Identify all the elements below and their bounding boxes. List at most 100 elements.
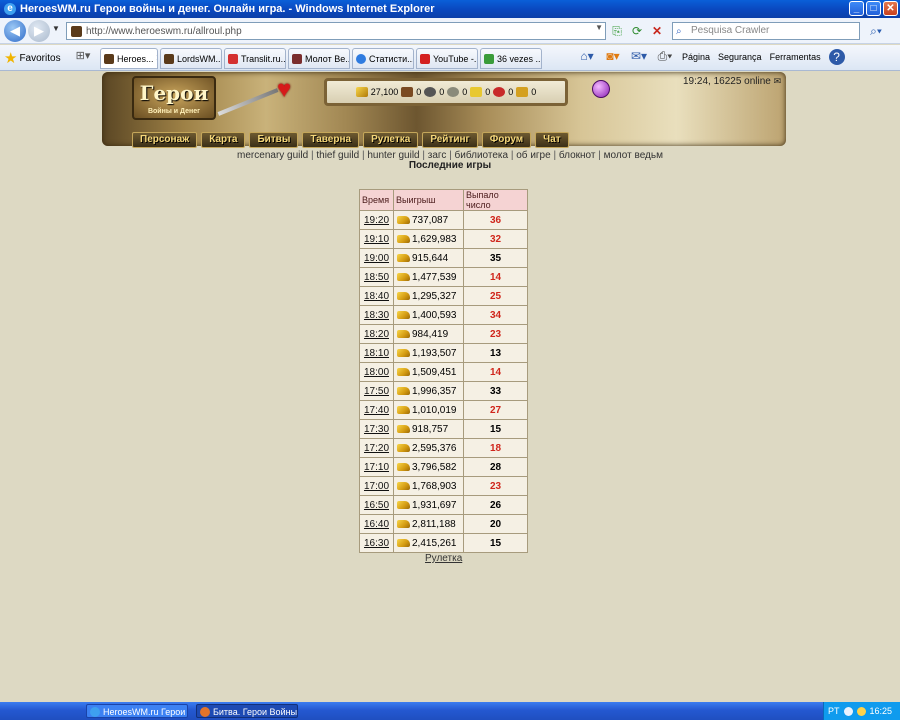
logo-title: Герои	[139, 81, 209, 105]
row-win-cell: 915,644	[393, 248, 464, 268]
minimize-button[interactable]: _	[849, 1, 864, 16]
gold-icon	[397, 234, 410, 243]
stop-icon[interactable]: ✕	[648, 22, 666, 40]
logo-subtitle: Войны и Денег	[147, 108, 201, 115]
volume-icon[interactable]	[856, 706, 866, 716]
menu-rating[interactable]: Рейтинг	[422, 132, 478, 148]
row-time-link[interactable]: 16:40	[359, 514, 394, 534]
menu-battles[interactable]: Битвы	[249, 132, 299, 148]
row-time-link[interactable]: 19:10	[359, 229, 394, 249]
back-button[interactable]: ◀	[4, 20, 26, 42]
address-input[interactable]: http://www.heroeswm.ru/allroul.php ▼	[66, 22, 606, 40]
row-time-link[interactable]: 17:10	[359, 457, 394, 477]
tab-stats[interactable]: Статисти...	[352, 48, 414, 69]
row-win-amount: 915,644	[412, 252, 449, 264]
row-time-link[interactable]: 17:20	[359, 438, 394, 458]
print-icon[interactable]: ⎙▾	[656, 49, 674, 65]
network-icon[interactable]	[843, 706, 853, 716]
address-dropdown-icon[interactable]: ▼	[595, 23, 603, 32]
row-time-link[interactable]: 19:00	[359, 248, 394, 268]
taskbar-item-label: HeroesWM.ru Герои ...	[103, 707, 188, 717]
row-time-link[interactable]: 17:50	[359, 381, 394, 401]
row-time-link[interactable]: 17:30	[359, 419, 394, 439]
compatibility-view-icon[interactable]: ⎘	[608, 22, 626, 40]
row-time-link[interactable]: 16:50	[359, 495, 394, 515]
taskbar-item-battle[interactable]: Битва. Герои Войны...	[196, 704, 298, 718]
menu-roulette[interactable]: Рулетка	[363, 132, 419, 148]
row-number: 14	[463, 267, 528, 287]
menu-map[interactable]: Карта	[201, 132, 246, 148]
mail-icon[interactable]: ✉▾	[630, 49, 648, 65]
row-number: 35	[463, 248, 528, 268]
gold-icon	[397, 405, 410, 414]
help-icon[interactable]: ?	[828, 49, 845, 65]
row-time-link[interactable]: 18:10	[359, 343, 394, 363]
row-time-link[interactable]: 16:30	[359, 533, 394, 553]
mail-envelope-icon[interactable]: ✉	[774, 76, 782, 86]
search-input[interactable]: ⌕ Pesquisa Crawler	[672, 22, 860, 40]
row-win-cell: 1,400,593	[393, 305, 464, 325]
row-time-link[interactable]: 17:00	[359, 476, 394, 496]
table-row: 18:40 1,295,327 25	[359, 286, 528, 306]
row-win-cell: 918,757	[393, 419, 464, 439]
quick-tabs-icon[interactable]: ⊞▾	[72, 49, 94, 67]
favorites-button[interactable]: ★ Favoritos	[4, 49, 61, 67]
menu-character[interactable]: Персонаж	[132, 132, 198, 148]
row-time-link[interactable]: 18:50	[359, 267, 394, 287]
tab-youtube[interactable]: YouTube -...	[416, 48, 478, 69]
roulette-link[interactable]: Рулетка	[425, 553, 462, 564]
row-win-cell: 1,295,327	[393, 286, 464, 306]
tab-molot[interactable]: Молот Ве...	[288, 48, 350, 69]
tab-favicon-icon	[104, 53, 114, 64]
row-win-cell: 1,629,983	[393, 229, 464, 249]
page-menu[interactable]: Página	[682, 52, 710, 62]
menu-chat[interactable]: Чат	[535, 132, 569, 148]
clock[interactable]: 16:25	[870, 706, 893, 716]
table-row: 19:00 915,644 35	[359, 248, 528, 268]
gold-icon	[397, 348, 410, 357]
row-win-amount: 1,996,357	[412, 385, 457, 397]
row-win-cell: 2,811,188	[393, 514, 464, 534]
row-time-link[interactable]: 18:30	[359, 305, 394, 325]
history-dropdown-icon[interactable]: ▼	[52, 24, 60, 33]
gold-icon	[397, 291, 410, 300]
home-icon[interactable]: ⌂▾	[578, 49, 596, 65]
tab-favicon-icon	[484, 53, 494, 64]
maximize-button[interactable]: □	[866, 1, 881, 16]
mercury-icon	[447, 87, 460, 97]
tab-heroes[interactable]: Heroes... ✕	[100, 48, 158, 69]
feeds-icon[interactable]: ◙▾	[604, 49, 622, 65]
table-row: 17:10 3,796,582 28	[359, 457, 528, 477]
window-titlebar: e HeroesWM.ru Герои войны и денег. Онлай…	[0, 0, 900, 18]
refresh-icon[interactable]: ⟳	[628, 22, 646, 40]
row-number: 33	[463, 381, 528, 401]
gold-icon	[397, 424, 410, 433]
tab-favicon-icon	[164, 53, 174, 64]
taskbar-item-heroeswm[interactable]: HeroesWM.ru Герои ...	[86, 704, 188, 718]
row-time-link[interactable]: 18:20	[359, 324, 394, 344]
game-logo[interactable]: Герои Войны и Денег	[132, 76, 216, 120]
close-button[interactable]: ✕	[883, 1, 898, 16]
row-win-amount: 1,629,983	[412, 233, 457, 245]
tab-close-icon[interactable]: ✕	[154, 53, 157, 64]
table-row: 18:00 1,509,451 14	[359, 362, 528, 382]
security-menu[interactable]: Segurança	[718, 52, 762, 62]
row-time-link[interactable]: 18:00	[359, 362, 394, 382]
search-icon[interactable]: ⌕▾	[864, 22, 888, 40]
search-placeholder: Pesquisa Crawler	[691, 25, 770, 36]
menu-tavern[interactable]: Таверна	[302, 132, 360, 148]
tab-favicon-icon	[356, 53, 366, 64]
forward-button[interactable]: ▶	[28, 20, 50, 42]
row-time-link[interactable]: 17:40	[359, 400, 394, 420]
row-time-link[interactable]: 18:40	[359, 286, 394, 306]
tools-menu[interactable]: Ferramentas	[770, 52, 821, 62]
table-body: 19:20 737,087 36 19:10 1,629,983 32 19:00 915,6…	[359, 210, 528, 553]
command-bar: ⌂▾ ◙▾ ✉▾ ⎙▾ Página Segurança Ferramentas…	[578, 49, 845, 65]
row-time-link[interactable]: 19:20	[359, 210, 394, 230]
tab-lordswm[interactable]: LordsWM....	[160, 48, 222, 69]
tab-36-vezes[interactable]: 36 vezes ...	[480, 48, 542, 69]
menu-forum[interactable]: Форум	[481, 132, 532, 148]
tab-translit[interactable]: Translit.ru...	[224, 48, 286, 69]
language-indicator[interactable]: PT	[828, 706, 840, 716]
row-win-cell: 3,796,582	[393, 457, 464, 477]
